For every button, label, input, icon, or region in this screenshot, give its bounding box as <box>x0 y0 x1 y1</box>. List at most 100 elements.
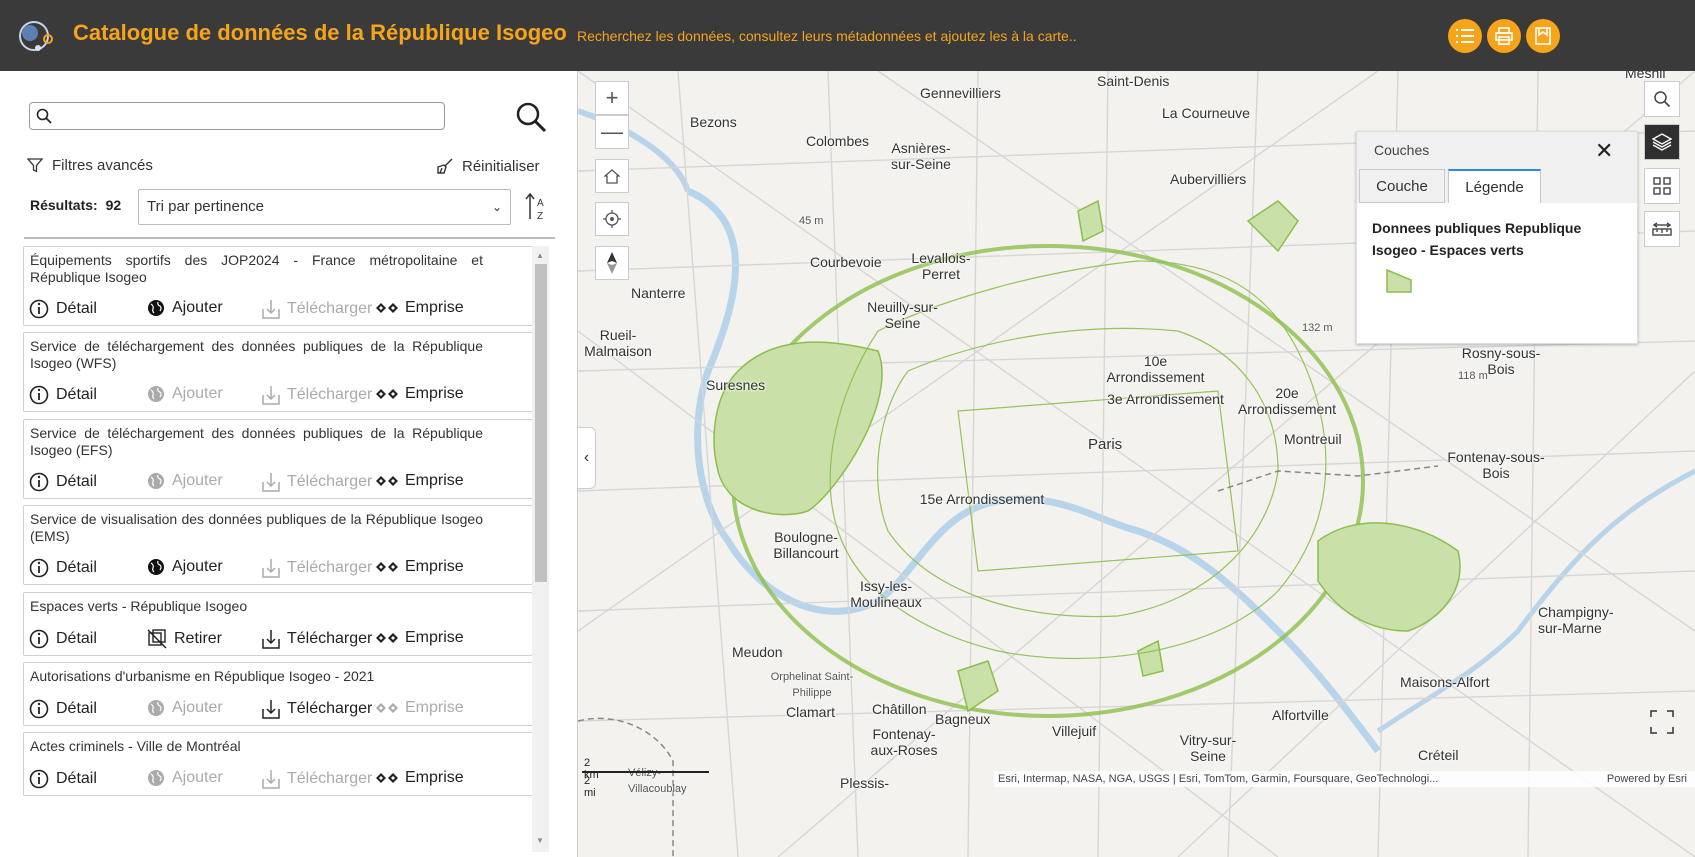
compass-button[interactable] <box>595 246 629 280</box>
search-field[interactable] <box>29 102 445 130</box>
download-icon <box>262 559 280 578</box>
download-button[interactable]: Télécharger <box>262 769 372 789</box>
compass-icon <box>607 252 617 274</box>
map-label: Alfortville <box>1272 707 1329 723</box>
add-button[interactable]: Ajouter <box>147 699 223 717</box>
results-count: Résultats: 92 <box>30 197 121 213</box>
map-label: Asnières-sur-Seine <box>891 140 951 172</box>
attribution[interactable]: Esri, Intermap, NASA, NGA, USGS | Esri, … <box>994 771 1695 787</box>
map-label: Issy-les-Moulineaux <box>850 578 922 610</box>
result-card: Autorisations d'urbanisme en République … <box>23 662 533 726</box>
fullscreen-icon[interactable] <box>1649 709 1675 735</box>
list-button[interactable] <box>1448 19 1482 53</box>
layers-button[interactable] <box>1644 124 1680 160</box>
download-icon <box>262 473 280 492</box>
detail-button[interactable]: Détail <box>29 385 97 405</box>
home-icon <box>604 169 620 184</box>
info-icon <box>29 629 49 649</box>
zoom-in-button[interactable]: + <box>595 81 629 115</box>
map-label: Villejuif <box>1052 723 1097 739</box>
tab-legende[interactable]: Légende <box>1448 169 1541 203</box>
search-input[interactable] <box>56 106 436 126</box>
add-label: Ajouter <box>172 472 223 489</box>
result-card: Service de visualisation des données pub… <box>23 505 533 585</box>
search-icon <box>1654 91 1671 108</box>
extent-button[interactable]: Emprise <box>376 385 464 403</box>
results-list: Équipements sportifs des JOP2024 - Franc… <box>23 246 555 852</box>
detail-button[interactable]: Détail <box>29 629 97 649</box>
add-button[interactable]: Ajouter <box>147 299 223 317</box>
print-button[interactable] <box>1487 19 1521 53</box>
add-button[interactable]: Ajouter <box>147 472 223 490</box>
scroll-down-icon[interactable]: ▼ <box>536 836 544 845</box>
reset-button[interactable]: Réinitialiser <box>436 157 540 175</box>
remove-button[interactable]: Retirer <box>147 629 222 649</box>
close-icon[interactable]: ✕ <box>1595 140 1613 162</box>
map-label: 20e Arrondissement <box>1237 385 1337 417</box>
download-button[interactable]: Télécharger <box>262 299 372 319</box>
extent-icon <box>376 773 398 783</box>
detail-button[interactable]: Détail <box>29 699 97 719</box>
result-title[interactable]: Service de téléchargement des données pu… <box>30 425 483 459</box>
tab-couche[interactable]: Couche <box>1359 169 1445 203</box>
add-button[interactable]: Ajouter <box>147 558 223 576</box>
detail-label: Détail <box>56 630 97 647</box>
sort-az-icon[interactable]: AZ <box>524 192 548 222</box>
home-button[interactable] <box>595 159 629 193</box>
map-label: Nanterre <box>631 285 686 301</box>
add-button[interactable]: Ajouter <box>147 385 223 403</box>
download-button[interactable]: Télécharger <box>262 699 372 719</box>
extent-button[interactable]: Emprise <box>376 769 464 787</box>
download-button[interactable]: Télécharger <box>262 558 372 578</box>
legend-swatch-icon <box>1386 268 1412 293</box>
sort-select[interactable]: Tri par pertinence ⌄ <box>138 189 511 225</box>
download-button[interactable]: Télécharger <box>262 629 372 649</box>
basemap-gallery-button[interactable] <box>1644 168 1680 204</box>
result-card: Espaces verts - République Isogeo Détail R… <box>23 592 533 656</box>
extent-button[interactable]: Emprise <box>376 472 464 490</box>
results-scrollbar[interactable]: ▲ ▼ <box>532 246 549 852</box>
collapse-panel-button[interactable]: ‹ <box>578 427 596 489</box>
map-view[interactable]: Saint-Denis Mesnil Gennevilliers La Cour… <box>578 71 1695 857</box>
powered-by-esri[interactable]: Powered by Esri <box>1607 771 1687 787</box>
measure-button[interactable] <box>1644 211 1680 247</box>
detail-button[interactable]: Détail <box>29 558 97 578</box>
detail-button[interactable]: Détail <box>29 299 97 319</box>
result-title[interactable]: Service de téléchargement des données pu… <box>30 338 483 372</box>
extent-label: Emprise <box>405 472 464 489</box>
map-label: Clamart <box>786 704 836 720</box>
locate-button[interactable] <box>595 202 629 236</box>
app-title: Catalogue de données de la République Is… <box>73 20 567 45</box>
map-label: Paris <box>1088 436 1123 453</box>
extent-button[interactable]: Emprise <box>376 629 464 647</box>
map-search-button[interactable] <box>1644 81 1680 117</box>
scroll-thumb[interactable] <box>535 264 547 582</box>
result-title[interactable]: Équipements sportifs des JOP2024 - Franc… <box>30 252 483 286</box>
result-title[interactable]: Service de visualisation des données pub… <box>30 511 483 545</box>
detail-button[interactable]: Détail <box>29 769 97 789</box>
bookmark-button[interactable] <box>1526 19 1560 53</box>
broom-icon <box>437 158 453 174</box>
zoom-out-button[interactable]: — <box>595 115 629 149</box>
advanced-filters-label: Filtres avancés <box>52 157 153 174</box>
map-label: Rueil-Malmaison <box>584 327 652 359</box>
extent-button[interactable]: Emprise <box>376 558 464 576</box>
scroll-up-icon[interactable]: ▲ <box>536 251 544 260</box>
extent-button[interactable]: Emprise <box>376 699 464 717</box>
result-title[interactable]: Autorisations d'urbanisme en République … <box>30 668 483 685</box>
svg-text:Z: Z <box>537 211 543 222</box>
result-title[interactable]: Espaces verts - République Isogeo <box>30 598 483 615</box>
locate-icon <box>603 210 621 228</box>
advanced-filters-button[interactable]: Filtres avancés <box>27 157 153 174</box>
search-submit-icon[interactable] <box>514 100 548 134</box>
result-title[interactable]: Actes criminels - Ville de Montréal <box>30 738 483 755</box>
download-button[interactable]: Télécharger <box>262 472 372 492</box>
detail-button[interactable]: Détail <box>29 472 97 492</box>
extent-label: Emprise <box>405 385 464 402</box>
extent-button[interactable]: Emprise <box>376 299 464 317</box>
add-label: Ajouter <box>172 699 223 716</box>
add-label: Ajouter <box>172 558 223 575</box>
map-label: Orphelinat Saint-Philippe <box>770 671 854 699</box>
add-button[interactable]: Ajouter <box>147 769 223 787</box>
download-button[interactable]: Télécharger <box>262 385 372 405</box>
